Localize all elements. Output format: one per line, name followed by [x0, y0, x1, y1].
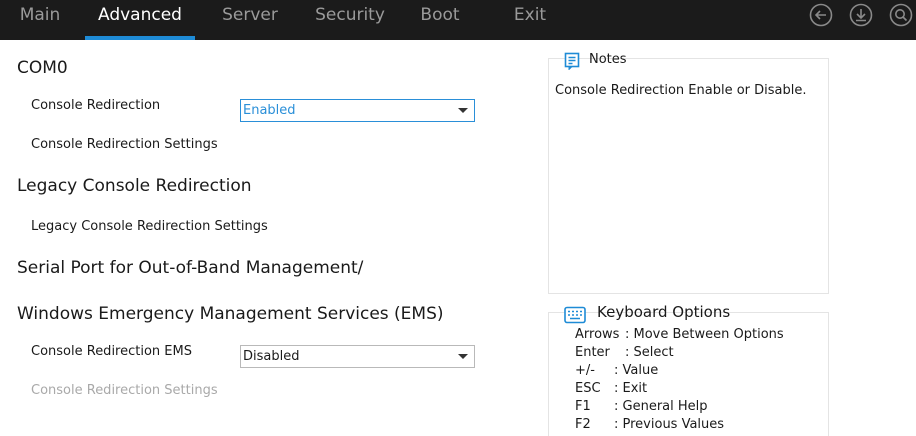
tab-exit[interactable]: Exit — [503, 0, 557, 40]
key-desc: : Move Between Options — [625, 327, 784, 342]
console-redirection-select[interactable]: Enabled — [240, 99, 475, 122]
key-row: F2 : Previous Values — [575, 417, 724, 432]
legacy-settings-link[interactable]: Legacy Console Redirection Settings — [31, 219, 268, 234]
serial-port-section-title: Serial Port for Out-of-Band Management/ — [17, 258, 364, 278]
save-icon[interactable] — [849, 3, 873, 27]
key-row: Arrows : Move Between Options — [575, 327, 784, 342]
chevron-down-icon — [458, 354, 468, 359]
keyboard-options-title: Keyboard Options — [597, 303, 731, 321]
key-row: +/- : Value — [575, 363, 658, 378]
tab-boot[interactable]: Boot — [412, 0, 468, 40]
legacy-section-title: Legacy Console Redirection — [17, 176, 252, 196]
key-row: ESC : Exit — [575, 381, 647, 396]
notes-icon — [564, 52, 580, 74]
console-redirection-label: Console Redirection — [31, 98, 161, 113]
notes-title: Notes — [589, 52, 627, 67]
tab-security[interactable]: Security — [307, 0, 393, 40]
notes-panel: Notes Console Redirection Enable or Disa… — [548, 52, 829, 294]
com0-section-title: COM0 — [17, 58, 68, 78]
key-name: F2 — [575, 417, 591, 432]
key-desc: : General Help — [614, 399, 708, 414]
back-icon[interactable] — [809, 3, 833, 27]
notes-text: Console Redirection Enable or Disable. — [555, 83, 807, 98]
key-row: Enter : Select — [575, 345, 674, 360]
key-desc: : Select — [625, 345, 674, 360]
key-row: F1 : General Help — [575, 399, 708, 414]
search-icon[interactable] — [889, 3, 913, 27]
tab-server[interactable]: Server — [215, 0, 285, 40]
key-name: Arrows — [575, 327, 620, 342]
ems-settings-link: Console Redirection Settings — [31, 383, 218, 398]
top-menu-bar: Main Advanced Server Security Boot Exit — [0, 0, 916, 40]
keyboard-icon — [564, 306, 586, 328]
key-desc: : Value — [614, 363, 659, 378]
keyboard-options-panel: Keyboard Options Arrows : Move Between Op… — [548, 303, 829, 436]
tab-main[interactable]: Main — [10, 0, 70, 40]
key-name: Enter — [575, 345, 610, 360]
key-name: +/- — [575, 363, 595, 378]
key-desc: : Exit — [614, 381, 648, 396]
console-redirection-ems-select[interactable]: Disabled — [240, 345, 475, 368]
console-redirection-settings-link[interactable]: Console Redirection Settings — [31, 137, 218, 152]
key-name: ESC — [575, 381, 601, 396]
console-redirection-ems-label: Console Redirection EMS — [31, 344, 192, 359]
console-redirection-ems-value: Disabled — [243, 349, 300, 364]
key-name: F1 — [575, 399, 591, 414]
chevron-down-icon — [458, 108, 468, 113]
key-desc: : Previous Values — [614, 417, 725, 432]
console-redirection-value: Enabled — [243, 103, 296, 118]
tab-advanced[interactable]: Advanced — [85, 0, 195, 40]
ems-section-title: Windows Emergency Management Services (E… — [17, 304, 444, 324]
